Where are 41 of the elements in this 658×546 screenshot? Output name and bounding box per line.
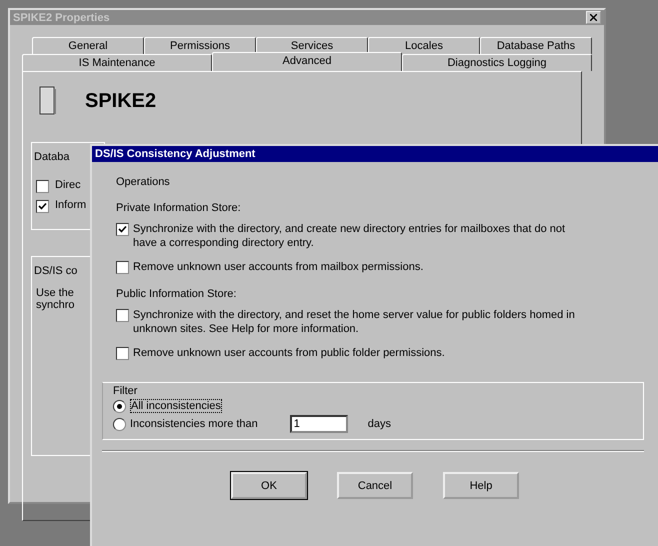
checkbox[interactable]	[36, 200, 49, 213]
radio-label: All inconsistencies	[130, 399, 222, 413]
window-title: SPIKE2 Properties	[13, 12, 110, 24]
server-name: SPIKE2	[85, 90, 156, 112]
radio-label: Inconsistencies more than	[130, 418, 258, 430]
tab[interactable]: General	[32, 37, 144, 54]
checkbox[interactable]	[116, 223, 129, 236]
tab[interactable]: Database Paths	[480, 37, 592, 54]
store-heading: Public Information Store:	[116, 288, 238, 300]
dialog-button[interactable]: OK	[231, 472, 307, 499]
checkbox[interactable]	[116, 261, 129, 274]
tab[interactable]: Advanced	[212, 52, 402, 71]
description-text: synchro	[36, 299, 76, 311]
dialog-button[interactable]: Cancel	[337, 472, 413, 499]
server-icon	[39, 86, 57, 116]
group-title: Filter	[113, 385, 138, 397]
checkbox[interactable]	[116, 309, 129, 322]
radio-button[interactable]	[113, 418, 126, 430]
checkbox-label: Direc	[55, 179, 81, 191]
option-label: Synchronize with the directory, and reset the home server value for public folders homed in unknown sites. See Help for more information.	[133, 308, 576, 336]
tab[interactable]: Diagnostics Logging	[402, 54, 592, 71]
days-field[interactable]: 1	[290, 415, 348, 433]
description-text: Use the	[36, 287, 75, 299]
tab[interactable]: IS Maintenance	[22, 54, 212, 71]
unit-label: days	[368, 418, 392, 430]
option-label: Remove unknown user accounts from mailbox permissions.	[133, 260, 424, 274]
radio-button[interactable]	[113, 400, 126, 412]
tab[interactable]: Locales	[368, 37, 480, 54]
checkbox[interactable]	[116, 347, 129, 360]
option-label: Remove unknown user accounts from public folder permissions.	[133, 346, 446, 360]
checkbox-label: Inform	[55, 199, 86, 211]
group-title: DS/IS co	[32, 265, 80, 277]
tab[interactable]: Permissions	[144, 37, 256, 54]
close-icon[interactable]	[586, 11, 601, 24]
dialog-title: DS/IS Consistency Adjustment	[95, 148, 256, 160]
checkbox[interactable]	[36, 180, 49, 193]
dialog-button[interactable]: Help	[443, 472, 519, 499]
store-heading: Private Information Store:	[116, 202, 242, 214]
section-title: Operations	[116, 176, 171, 188]
group-title: Databa	[32, 151, 72, 163]
option-label: Synchronize with the directory, and create new directory entries for mailboxes that do not have a corresponding directory entry.	[133, 222, 566, 250]
